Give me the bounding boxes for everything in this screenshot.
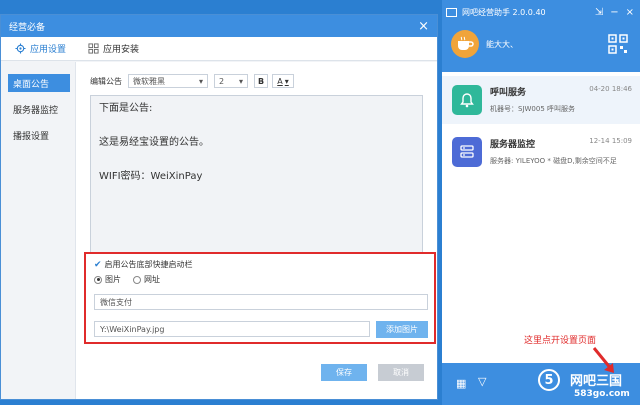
editor-toolbar: 编辑公告 微软雅黑 ▾ 2 ▾ B A ▾: [90, 74, 294, 88]
tab-label: 应用设置: [30, 45, 67, 55]
chevron-down-icon: ▾: [198, 76, 203, 86]
filter-icon[interactable]: ▽: [478, 375, 486, 388]
minimize-icon[interactable]: −: [610, 7, 618, 18]
sidebar-item-server-monitor[interactable]: 服务器监控: [8, 100, 70, 118]
radio-dot-icon: [94, 275, 102, 284]
checkbox-label: 启用公告底部快捷启动栏: [104, 260, 193, 269]
type-radio-group: 图片 网址: [94, 274, 172, 285]
gift-icon[interactable]: ▦: [456, 377, 466, 390]
font-color-button[interactable]: A ▾: [272, 74, 294, 88]
radio-dot-icon: [133, 275, 141, 284]
size-value: 2: [219, 76, 225, 86]
bell-icon: [452, 85, 482, 115]
enable-shortcut-checkbox[interactable]: ✔ 启用公告底部快捷启动栏: [94, 259, 193, 270]
chevron-down-icon: ▾: [284, 76, 289, 86]
username: 能大大、: [486, 40, 518, 49]
server-icon: [452, 137, 482, 167]
item-subtitle: 机器号：SJW005 呼叫服务: [490, 105, 576, 113]
cancel-button[interactable]: 取消: [378, 364, 424, 381]
editor-line: 下面是公告:: [99, 103, 153, 114]
annotation-text: 这里点开设置页面: [524, 336, 597, 346]
checkmark-icon: ✔: [94, 259, 102, 270]
panel-title: 网吧经营助手 2.0.0.40: [462, 7, 546, 17]
avatar[interactable]: [451, 30, 479, 58]
close-icon[interactable]: ×: [418, 20, 429, 33]
brand-logo-number: 5: [538, 369, 560, 391]
font-value: 微软雅黑: [133, 76, 165, 86]
app-logo-icon: [446, 7, 457, 17]
brand-url: 583go.com: [574, 389, 630, 399]
radio-url[interactable]: 网址: [133, 274, 160, 285]
arrow-icon: [592, 347, 614, 373]
tab-bar: 应用设置 应用安装: [1, 37, 437, 61]
sidebar: 桌面公告 服务器监控 播报设置: [1, 62, 75, 399]
font-color-label: A: [277, 76, 283, 86]
sidebar-item-broadcast-settings[interactable]: 播报设置: [8, 126, 70, 144]
font-select[interactable]: 微软雅黑 ▾: [128, 74, 208, 88]
close-icon[interactable]: ×: [626, 7, 634, 18]
settings-dialog: 经营必备 × 应用设置 应用安装 桌面公告 服务器监控 播报设置 编辑公告 微软…: [0, 14, 438, 400]
sidebar-item-desktop-notice[interactable]: 桌面公告: [8, 74, 70, 92]
editor-line: 这是易经宝设置的公告。: [99, 137, 209, 148]
panel-titlebar: 网吧经营助手 2.0.0.40 ⇲ − ×: [442, 0, 640, 24]
window-controls: ⇲ − ×: [595, 7, 640, 18]
editor-line: WIFI密码：WeiXinPay: [99, 171, 203, 182]
shortcut-settings-box: ✔ 启用公告底部快捷启动栏 图片 网址 微信支付 Y:\WeiXinPay.jp…: [84, 252, 436, 344]
pin-icon[interactable]: ⇲: [595, 7, 603, 18]
item-text: 呼叫服务 机器号：SJW005 呼叫服务 04-20 18:46: [490, 85, 640, 115]
content-area: 编辑公告 微软雅黑 ▾ 2 ▾ B A ▾ 下面是公告: 这是易经宝设置的公告。 WI…: [75, 62, 437, 399]
tab-app-install[interactable]: 应用安装: [88, 42, 139, 55]
gear-icon: [15, 43, 26, 54]
toolbar-label: 编辑公告: [90, 76, 122, 86]
item-subtitle: 服务器: YILEYOO * 磁盘D,剩余空间不足: [490, 157, 617, 165]
item-text: 服务器监控 服务器: YILEYOO * 磁盘D,剩余空间不足 12-14 15…: [490, 137, 640, 167]
radio-image[interactable]: 图片: [94, 274, 121, 285]
list-item-call-service[interactable]: 呼叫服务 机器号：SJW005 呼叫服务 04-20 18:46: [442, 76, 640, 124]
image-path-field[interactable]: Y:\WeiXinPay.jpg: [94, 321, 370, 337]
shortcut-name-field[interactable]: 微信支付: [94, 294, 428, 310]
item-time: 12-14 15:09: [589, 137, 632, 145]
radio-label: 网址: [144, 275, 160, 284]
item-time: 04-20 18:46: [589, 85, 632, 93]
dialog-titlebar: 经营必备 ×: [1, 15, 437, 37]
save-button[interactable]: 保存: [321, 364, 367, 381]
notice-editor[interactable]: 下面是公告: 这是易经宝设置的公告。 WIFI密码：WeiXinPay: [90, 95, 423, 257]
size-select[interactable]: 2 ▾: [214, 74, 248, 88]
user-header: 能大大、: [442, 24, 640, 72]
grid-icon: [88, 43, 99, 54]
coffee-cup-icon: [458, 36, 474, 50]
radio-label: 图片: [105, 275, 121, 284]
qr-scan-icon[interactable]: [608, 34, 628, 54]
tab-app-settings[interactable]: 应用设置: [15, 42, 66, 55]
add-image-button[interactable]: 添加图片: [376, 321, 428, 338]
list-item-server-monitor[interactable]: 服务器监控 服务器: YILEYOO * 磁盘D,剩余空间不足 12-14 15…: [442, 128, 640, 176]
tab-label: 应用安装: [103, 45, 140, 55]
bold-button[interactable]: B: [254, 74, 268, 88]
chevron-down-icon: ▾: [238, 76, 243, 86]
dialog-title: 经营必备: [9, 22, 46, 33]
